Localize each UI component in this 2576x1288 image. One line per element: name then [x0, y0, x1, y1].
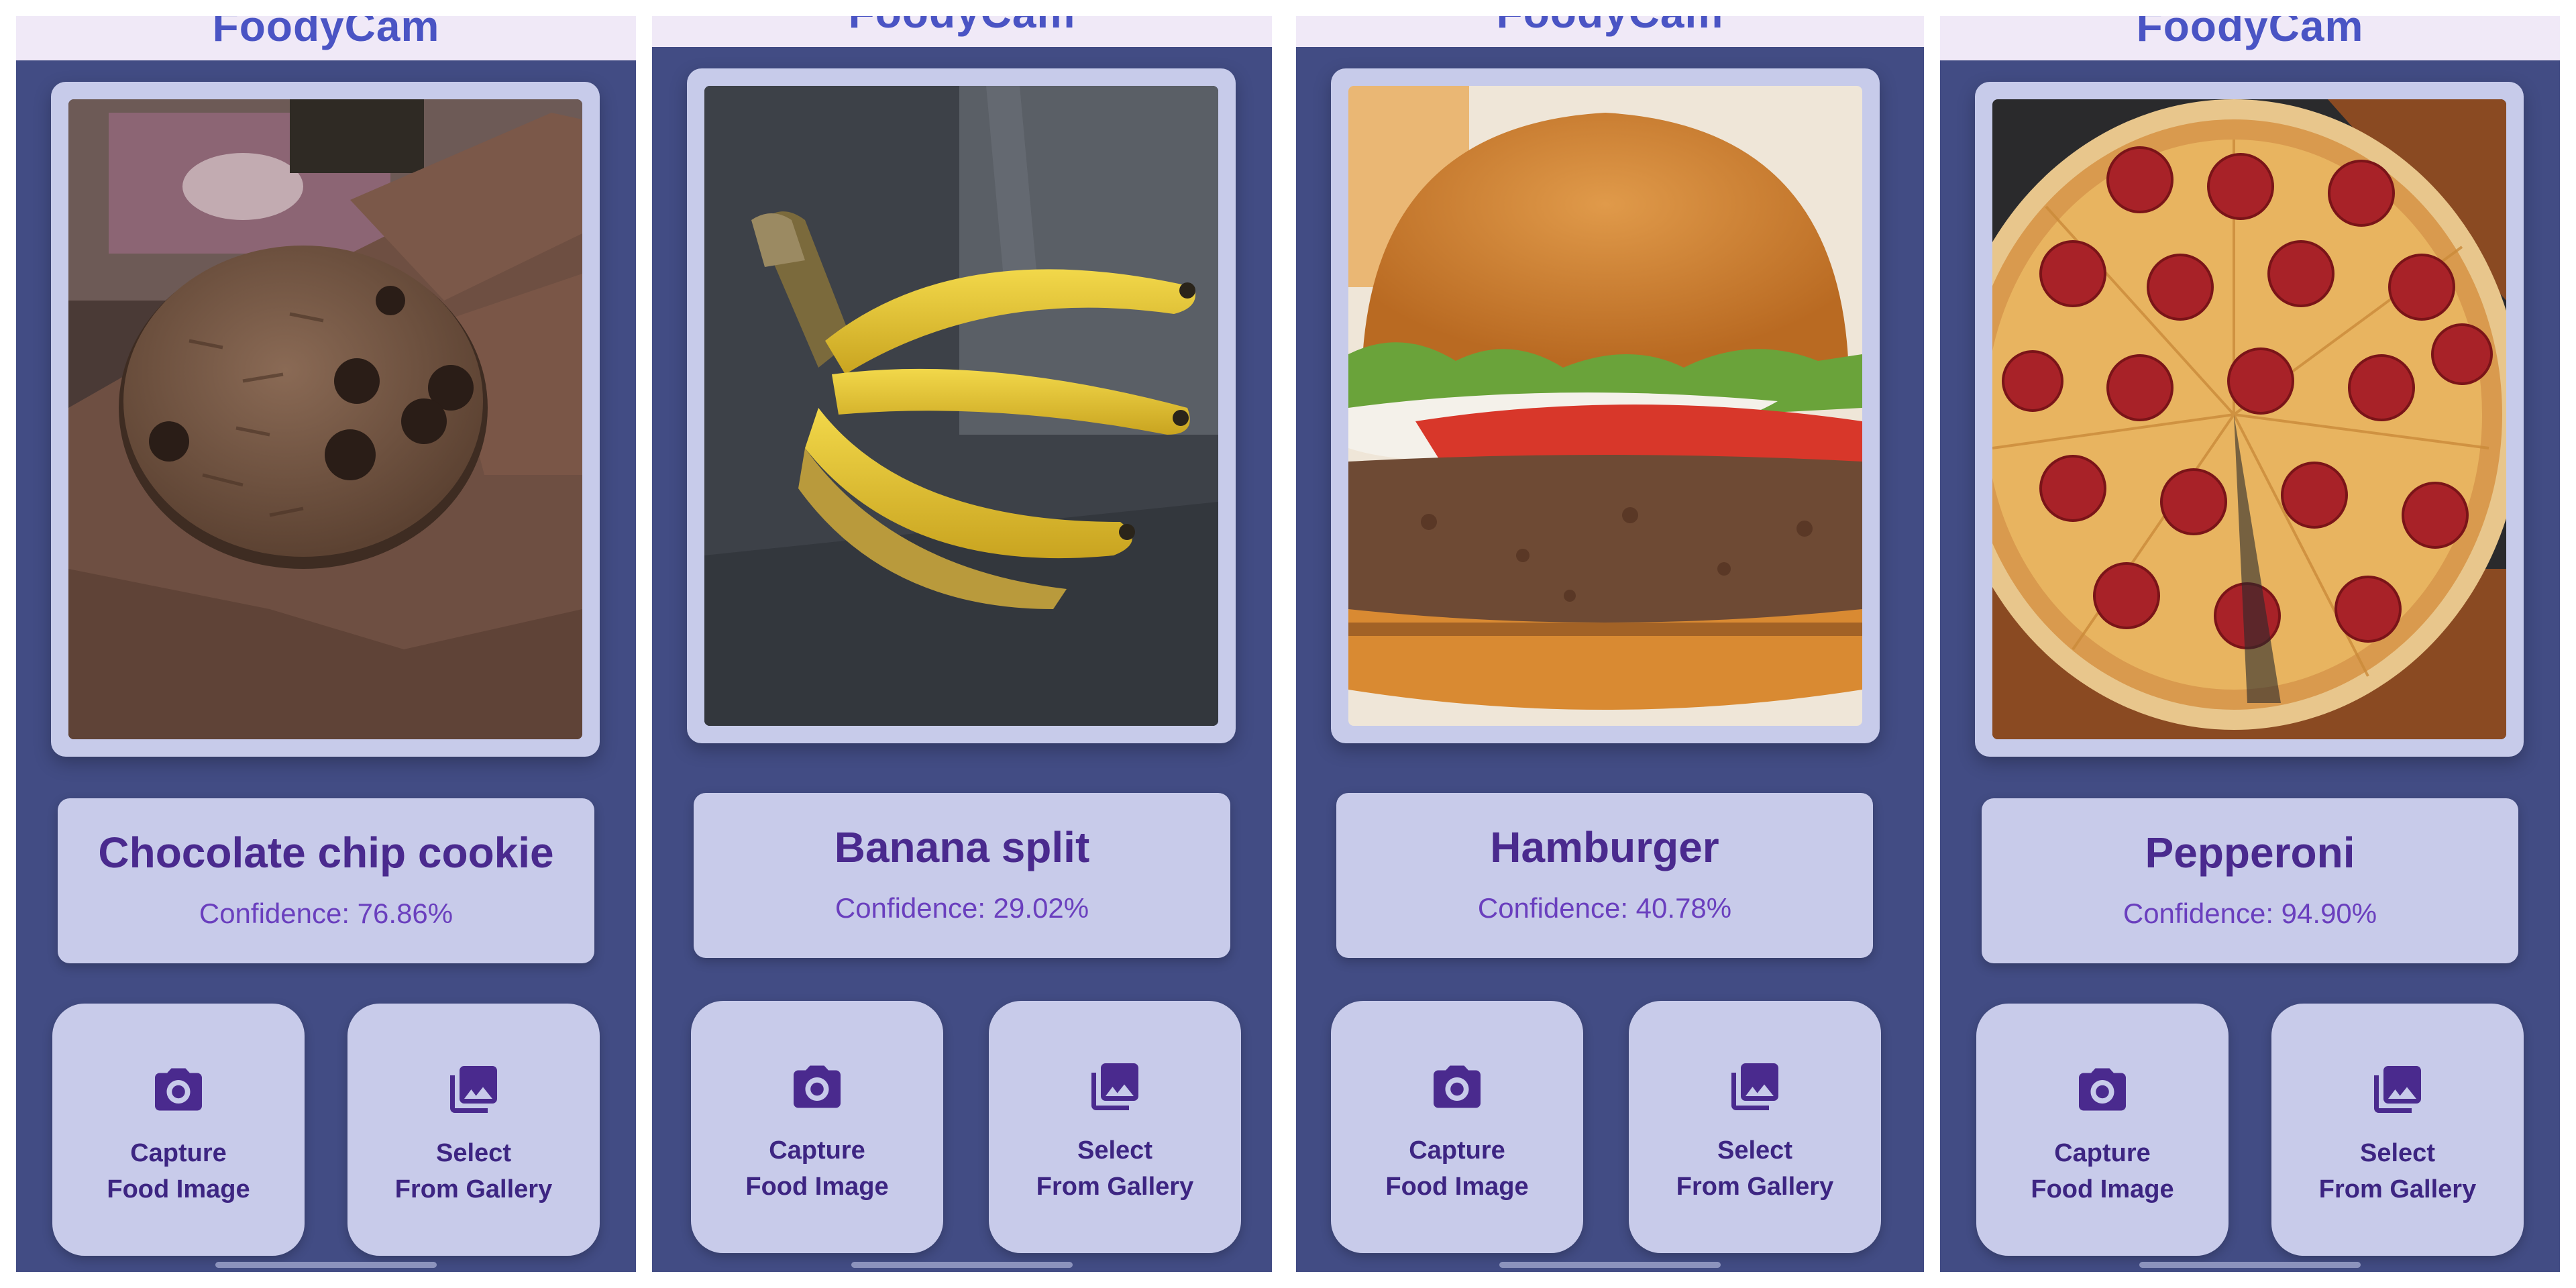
capture-label-line1: Capture	[130, 1139, 227, 1167]
gallery-label-line2: From Gallery	[2318, 1175, 2477, 1203]
home-indicator[interactable]	[215, 1262, 437, 1268]
app-title: FoodyCam	[652, 16, 1272, 38]
home-indicator[interactable]	[2139, 1262, 2361, 1268]
gallery-label-line1: Select	[2360, 1139, 2435, 1167]
camera-icon	[789, 1059, 845, 1115]
capture-label-line2: Food Image	[1385, 1173, 1529, 1201]
food-photo-frame	[1975, 82, 2524, 757]
camera-icon	[1429, 1059, 1485, 1115]
food-photo	[1348, 86, 1862, 726]
food-photo	[1992, 99, 2506, 739]
capture-button-label: Capture Food Image	[691, 1132, 943, 1205]
confidence-text: Confidence: 76.86%	[199, 898, 453, 929]
capture-label-line1: Capture	[1409, 1136, 1505, 1165]
capture-label-line2: Food Image	[745, 1173, 889, 1201]
gallery-label-line2: From Gallery	[1676, 1173, 1834, 1201]
prediction-card: Chocolate chip cookie Confidence: 76.86%	[58, 798, 594, 963]
food-photo-frame	[51, 82, 600, 757]
prediction-card: Banana split Confidence: 29.02%	[694, 793, 1230, 958]
confidence-text: Confidence: 29.02%	[835, 892, 1089, 924]
confidence-text: Confidence: 94.90%	[2123, 898, 2377, 929]
capture-label-line1: Capture	[769, 1136, 865, 1165]
capture-food-image-button[interactable]: Capture Food Image	[1976, 1004, 2229, 1256]
gallery-label-line1: Select	[1077, 1136, 1152, 1165]
prediction-card: Hamburger Confidence: 40.78%	[1336, 793, 1873, 958]
prediction-card: Pepperoni Confidence: 94.90%	[1982, 798, 2518, 963]
select-from-gallery-button[interactable]: Select From Gallery	[1629, 1001, 1881, 1253]
app-title: FoodyCam	[2136, 16, 2364, 50]
gallery-icon	[1727, 1059, 1783, 1115]
gallery-button-label: Select From Gallery	[989, 1132, 1241, 1205]
phone-screen-hamburger: FoodyCam	[1296, 16, 1924, 1272]
capture-food-image-button[interactable]: Capture Food Image	[1331, 1001, 1583, 1253]
food-photo	[704, 86, 1218, 726]
gallery-icon	[2369, 1061, 2426, 1118]
phone-screen-cookie: FoodyCam Chocolate chip cookie Confidenc…	[16, 16, 636, 1272]
capture-button-label: Capture Food Image	[52, 1135, 305, 1208]
app-bar: FoodyCam	[16, 16, 636, 60]
capture-button-label: Capture Food Image	[1331, 1132, 1583, 1205]
app-bar: FoodyCam	[1296, 16, 1924, 47]
app-bar: FoodyCam	[1940, 16, 2560, 60]
capture-food-image-button[interactable]: Capture Food Image	[691, 1001, 943, 1253]
prediction-label: Pepperoni	[2145, 828, 2355, 877]
gallery-icon	[1087, 1059, 1143, 1115]
gallery-label-line2: From Gallery	[394, 1175, 553, 1203]
select-from-gallery-button[interactable]: Select From Gallery	[989, 1001, 1241, 1253]
gallery-label-line1: Select	[1717, 1136, 1792, 1165]
gallery-button-label: Select From Gallery	[347, 1135, 600, 1208]
gallery-button-label: Select From Gallery	[1629, 1132, 1881, 1205]
gallery-label-line1: Select	[436, 1139, 511, 1167]
home-indicator[interactable]	[851, 1262, 1073, 1268]
food-photo	[68, 99, 582, 739]
food-photo-frame	[1331, 68, 1880, 743]
prediction-label: Banana split	[834, 823, 1090, 871]
capture-food-image-button[interactable]: Capture Food Image	[52, 1004, 305, 1256]
gallery-button-label: Select From Gallery	[2271, 1135, 2524, 1208]
food-photo-frame	[687, 68, 1236, 743]
phone-screen-pepperoni: FoodyCam Pepperoni Confidence: 94.90% Ca…	[1940, 16, 2560, 1272]
gallery-icon	[445, 1061, 502, 1118]
prediction-label: Hamburger	[1490, 823, 1719, 871]
capture-label-line2: Food Image	[2031, 1175, 2174, 1203]
camera-icon	[2074, 1061, 2131, 1118]
select-from-gallery-button[interactable]: Select From Gallery	[347, 1004, 600, 1256]
prediction-label: Chocolate chip cookie	[98, 828, 554, 877]
capture-button-label: Capture Food Image	[1976, 1135, 2229, 1208]
app-title: FoodyCam	[212, 16, 440, 50]
home-indicator[interactable]	[1499, 1262, 1721, 1268]
app-title: FoodyCam	[1296, 16, 1924, 38]
camera-icon	[150, 1061, 207, 1118]
select-from-gallery-button[interactable]: Select From Gallery	[2271, 1004, 2524, 1256]
capture-label-line1: Capture	[2054, 1139, 2151, 1167]
confidence-text: Confidence: 40.78%	[1477, 892, 1732, 924]
app-bar: FoodyCam	[652, 16, 1272, 47]
gallery-label-line2: From Gallery	[1036, 1173, 1194, 1201]
phone-screen-banana: FoodyCam	[652, 16, 1272, 1272]
capture-label-line2: Food Image	[107, 1175, 250, 1203]
